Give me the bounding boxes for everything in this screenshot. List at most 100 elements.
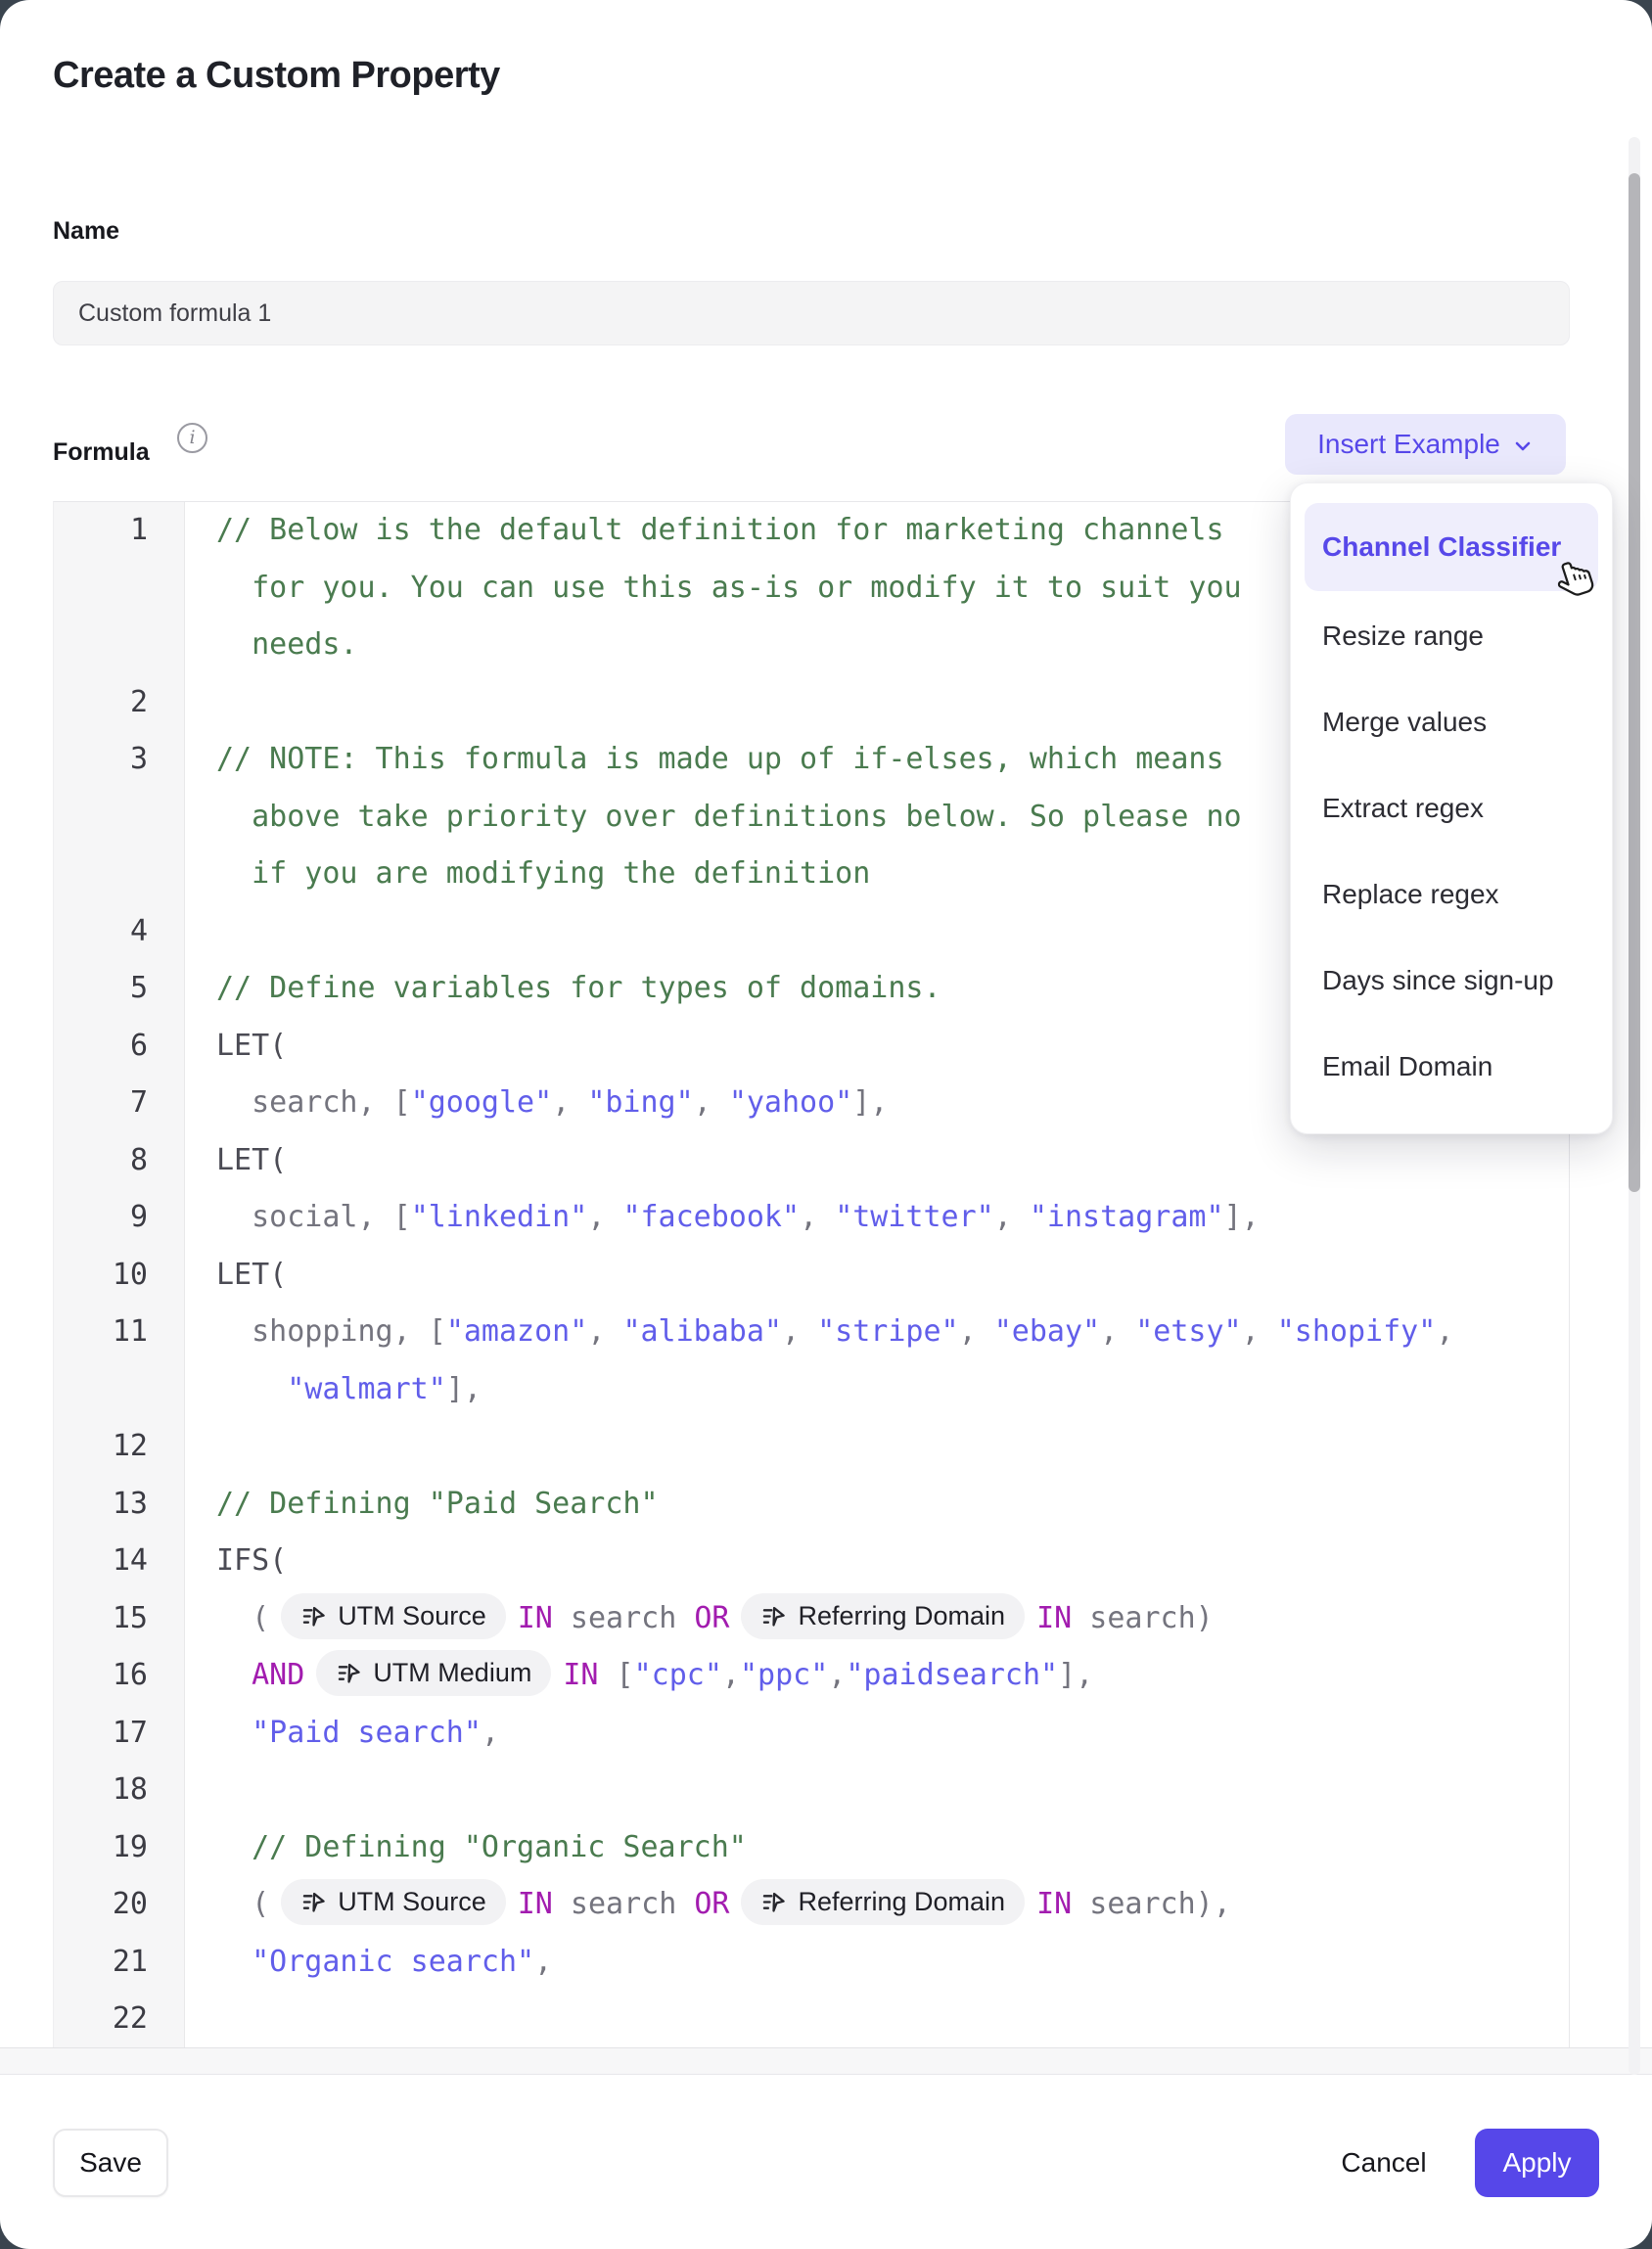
code-token: IN [518,1887,553,1921]
line-number: 9 [54,1189,185,1247]
code-token: , [587,1314,622,1349]
cancel-button[interactable]: Cancel [1315,2129,1452,2197]
code-token: , [694,1085,729,1120]
line-number: 19 [54,1819,185,1877]
code-token: "ebay" [994,1314,1100,1349]
modal-title: Create a Custom Property [53,55,500,97]
code-token: "linkedin" [411,1200,588,1234]
code-line: 19 // Defining "Organic Search" [54,1819,1569,1877]
code-token: , [1100,1314,1135,1349]
code-token: search [553,1601,695,1635]
code-token: "Organic search" [252,1945,534,1979]
code-token: search [553,1887,695,1921]
name-label: Name [53,217,119,246]
code-token: , [534,1945,552,1979]
code-token: if you are modifying the definition [216,856,870,891]
code-token: "bing" [587,1085,693,1120]
code-line: 10 LET( [54,1247,1569,1305]
menu-item-extract-regex[interactable]: Extract regex [1305,765,1598,851]
code-token: search) [1072,1601,1214,1635]
code-line: 11 shopping, ["amazon", "alibaba", "stri… [54,1304,1569,1361]
menu-item-resize-range[interactable]: Resize range [1305,593,1598,679]
menu-item-replace-regex[interactable]: Replace regex [1305,851,1598,938]
code-token: "paidsearch" [846,1658,1058,1692]
code-content: // Defining "Paid Search" [185,1476,1569,1534]
code-line: 9 social, ["linkedin", "facebook", "twit… [54,1189,1569,1247]
code-content: (UTM SourceIN search ORReferring DomainI… [185,1876,1569,1934]
field-chip[interactable]: UTM Medium [316,1650,551,1696]
line-number: 5 [54,960,185,1018]
code-content: // Defining "Organic Search" [185,1819,1569,1877]
field-chip[interactable]: UTM Source [281,1879,506,1925]
line-number [54,846,185,903]
line-number: 21 [54,1934,185,1992]
code-token [216,1658,252,1692]
backdrop: { "modal": { "title": "Create a Custom P… [0,0,1652,2249]
code-token: LET( [216,1029,287,1063]
field-chip-label: Referring Domain [798,1587,1005,1645]
field-chip-label: UTM Source [338,1873,486,1931]
formula-label: Formula [53,438,150,467]
field-chip[interactable]: Referring Domain [741,1879,1025,1925]
chevron-down-icon [1512,436,1534,457]
menu-item-email-domain[interactable]: Email Domain [1305,1024,1598,1110]
code-token: ], [1058,1658,1093,1692]
code-content [185,1418,1569,1476]
code-token: social, [ [216,1200,411,1234]
field-chip-label: UTM Source [338,1587,486,1645]
save-button[interactable]: Save [53,2129,168,2197]
apply-button[interactable]: Apply [1475,2129,1599,2197]
menu-item-merge-values[interactable]: Merge values [1305,679,1598,765]
code-token: above take priority over definitions bel… [216,800,1242,834]
line-number: 1 [54,502,185,560]
name-input[interactable] [53,281,1570,345]
code-token: // Defining "Organic Search" [216,1830,747,1864]
line-number: 3 [54,731,185,789]
code-line: 22 [54,1991,1569,2048]
line-number: 18 [54,1762,185,1819]
line-number: 10 [54,1247,185,1305]
code-token: LET( [216,1258,287,1292]
code-token: , [782,1314,817,1349]
code-token: "etsy" [1135,1314,1241,1349]
code-token: ], [1224,1200,1260,1234]
code-content [185,1991,1569,2048]
code-content: "Paid search", [185,1705,1569,1763]
code-token: "cpc" [634,1658,722,1692]
code-token: OR [694,1887,729,1921]
code-token: , [482,1716,499,1750]
code-token: "instagram" [1030,1200,1224,1234]
code-token: IN [1036,1887,1072,1921]
line-number: 4 [54,903,185,961]
code-token: [ [598,1658,633,1692]
line-number [54,1361,185,1419]
code-token: , [800,1200,835,1234]
menu-item-days-since-sign-up[interactable]: Days since sign-up [1305,938,1598,1024]
code-content: (UTM SourceIN search ORReferring DomainI… [185,1590,1569,1648]
line-number: 15 [54,1590,185,1648]
scrollbar-thumb[interactable] [1629,173,1640,1192]
code-token: "ppc" [740,1658,828,1692]
insert-example-button[interactable]: Insert Example [1285,414,1566,475]
code-token: ( [216,1601,269,1635]
code-line: 8LET( [54,1132,1569,1190]
code-token: IN [563,1658,598,1692]
code-token: "alibaba" [622,1314,782,1349]
field-chip[interactable]: Referring Domain [741,1593,1025,1639]
field-token-icon [336,1660,362,1686]
field-chip[interactable]: UTM Source [281,1593,506,1639]
code-token: search), [1072,1887,1231,1921]
code-token: shopping, [ [216,1314,446,1349]
line-number: 14 [54,1533,185,1590]
line-number: 20 [54,1876,185,1934]
code-token [216,1945,252,1979]
code-token: , [1436,1314,1453,1349]
code-token: "yahoo" [729,1085,852,1120]
field-token-icon [300,1889,327,1915]
code-token: "amazon" [446,1314,588,1349]
apply-label: Apply [1502,2147,1571,2179]
create-custom-property-modal: Create a Custom Property Name Formula i … [0,0,1652,2249]
field-token-icon [760,1889,787,1915]
line-number: 11 [54,1304,185,1361]
line-number: 8 [54,1132,185,1190]
